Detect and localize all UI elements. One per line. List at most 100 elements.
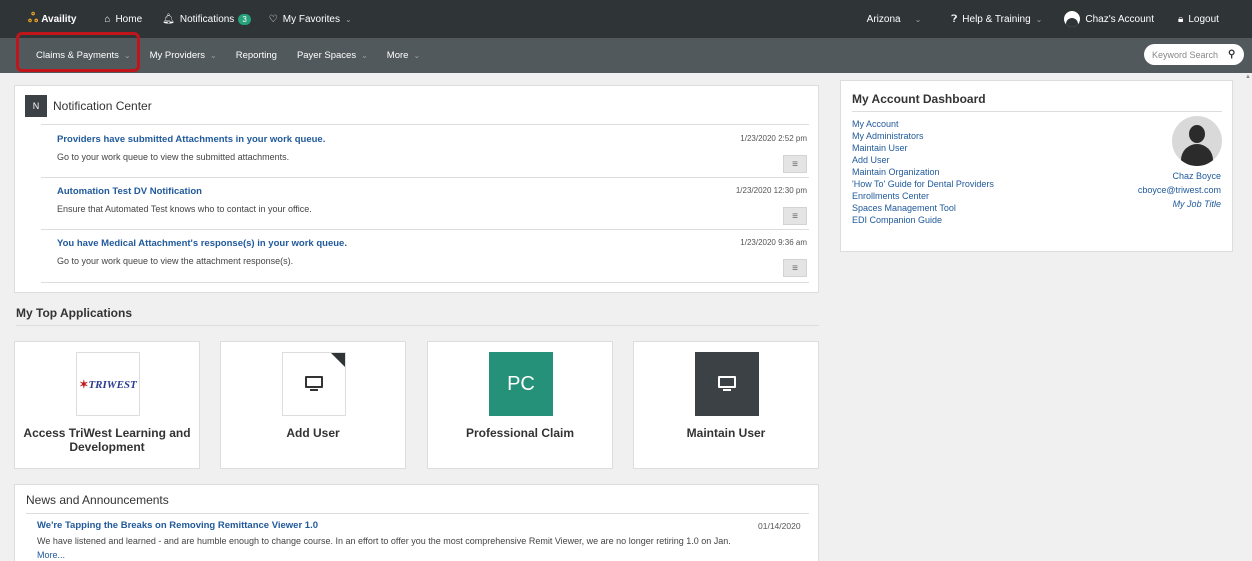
logout-label: Logout (1188, 13, 1219, 25)
triwest-logo-text: TRIWEST (88, 378, 137, 391)
divider (16, 325, 819, 326)
triwest-logo-icon: ✶TRIWEST (76, 352, 140, 416)
user-job-title: My Job Title (1172, 199, 1221, 209)
main-nav: Claims & Payments ⌄ My Providers ⌄ Repor… (0, 38, 1252, 73)
account-label: Chaz's Account (1085, 13, 1154, 25)
help-icon: ❓︎ (951, 13, 958, 25)
favorites-menu[interactable]: ♡ My Favorites ⌄ (269, 14, 352, 25)
app-tile-triwest-learning[interactable]: ✶TRIWEST Access TriWest Learning and Dev… (14, 341, 200, 469)
pc-icon: PC (489, 352, 553, 416)
dashboard-link[interactable]: Add User (852, 154, 994, 166)
region-select[interactable]: Arizona ⌄ (867, 14, 922, 25)
divider (26, 513, 809, 514)
app-tile-add-user[interactable]: Add User (220, 341, 406, 469)
notification-menu-button[interactable]: ≡ (783, 155, 807, 173)
notification-item: You have Medical Attachment's response(s… (57, 238, 807, 277)
chevron-down-icon: ⌄ (361, 51, 368, 60)
notification-time: 1/23/2020 12:30 pm (735, 186, 807, 195)
top-applications-title: My Top Applications (16, 306, 132, 320)
nav-my-providers[interactable]: My Providers ⌄ (150, 50, 217, 61)
notification-menu-button[interactable]: ≡ (783, 207, 807, 225)
bell-icon: 🔔︎ (162, 13, 175, 25)
nav-label: Payer Spaces (296, 50, 357, 61)
user-avatar-icon (1064, 11, 1081, 27)
app-tile-label: Maintain User (686, 426, 766, 440)
notification-center-icon: N (25, 95, 47, 117)
divider (41, 282, 809, 283)
chevron-down-icon: ⌄ (914, 14, 922, 24)
app-tile-label: Add User (286, 426, 340, 440)
user-name: Chaz Boyce (1172, 171, 1221, 181)
notifications-badge: 3 (238, 13, 251, 25)
news-panel: News and Announcements We're Tapping the… (14, 484, 819, 561)
dashboard-link[interactable]: My Administrators (852, 130, 994, 142)
news-more-link[interactable]: More... (37, 550, 65, 560)
notification-time: 1/23/2020 2:52 pm (740, 134, 807, 143)
app-tile-professional-claim[interactable]: PC Professional Claim (427, 341, 613, 469)
nav-reporting[interactable]: Reporting (236, 50, 277, 61)
logo-text: Availity (41, 13, 77, 25)
divider (41, 229, 809, 230)
app-tile-label: Professional Claim (465, 426, 575, 440)
notification-center: N Notification Center Providers have sub… (14, 85, 819, 293)
notifications-label: Notifications (179, 13, 235, 25)
notification-title[interactable]: Providers have submitted Attachments in … (57, 134, 807, 145)
dashboard-link[interactable]: My Account (852, 118, 994, 130)
notification-subtitle: Ensure that Automated Test knows who to … (57, 204, 312, 214)
region-label: Arizona (866, 13, 901, 25)
monitor-icon (695, 352, 759, 416)
keyword-search[interactable]: ⚲ (1144, 44, 1244, 65)
highlight-annotation (16, 32, 140, 72)
help-menu[interactable]: ❓︎ Help & Training ⌄ (951, 14, 1042, 25)
top-bar: ஃ Availity ⌂ Home 🔔︎ Notifications 3 ♡ M… (0, 0, 1252, 38)
account-dashboard: My Account Dashboard My Account My Admin… (840, 80, 1233, 252)
news-title: News and Announcements (26, 493, 169, 507)
logout-link[interactable]: 🔒︎ Logout (1178, 14, 1219, 25)
notification-menu-button[interactable]: ≡ (783, 259, 807, 277)
divider (852, 111, 1222, 112)
news-item-date: 01/14/2020 (758, 521, 801, 531)
news-item-title[interactable]: We're Tapping the Breaks on Removing Rem… (37, 520, 318, 531)
divider (41, 124, 809, 125)
notification-title[interactable]: Automation Test DV Notification (57, 186, 807, 197)
dashboard-link[interactable]: Maintain Organization (852, 166, 994, 178)
nav-more[interactable]: More ⌄ (387, 50, 420, 61)
chevron-down-icon: ⌄ (344, 14, 352, 24)
nav-label: My Providers (149, 50, 206, 61)
dashboard-title: My Account Dashboard (852, 92, 986, 106)
home-link[interactable]: ⌂ Home (104, 14, 142, 25)
home-icon: ⌂ (104, 13, 111, 25)
dashboard-link[interactable]: 'How To' Guide for Dental Providers (852, 178, 994, 190)
page-scrollbar[interactable] (1243, 73, 1252, 561)
notification-center-header: N Notification Center (25, 95, 152, 117)
dashboard-link[interactable]: Spaces Management Tool (852, 202, 994, 214)
lock-icon: 🔒︎ (1178, 13, 1184, 25)
notification-subtitle: Go to your work queue to view the submit… (57, 152, 290, 162)
dashboard-link[interactable]: Maintain User (852, 142, 994, 154)
nav-payer-spaces[interactable]: Payer Spaces ⌄ (297, 50, 368, 61)
favorites-label: My Favorites (282, 13, 340, 25)
help-label: Help & Training (962, 13, 1031, 25)
heart-icon: ♡ (268, 13, 278, 25)
search-icon[interactable]: ⚲ (1228, 49, 1235, 60)
notification-center-title: Notification Center (53, 99, 152, 113)
chevron-down-icon: ⌄ (413, 51, 421, 60)
user-email[interactable]: cboyce@triwest.com (1138, 185, 1221, 195)
nav-label: More (386, 50, 409, 61)
notification-title[interactable]: You have Medical Attachment's response(s… (57, 238, 807, 249)
monitor-icon (282, 352, 346, 416)
notification-time: 1/23/2020 9:36 am (740, 238, 807, 247)
search-input[interactable] (1152, 49, 1228, 60)
dashboard-link[interactable]: Enrollments Center (852, 190, 994, 202)
account-menu[interactable]: Chaz's Account (1064, 11, 1154, 27)
availity-logo[interactable]: ஃ Availity (28, 11, 76, 27)
notifications-link[interactable]: 🔔︎ Notifications 3 (162, 13, 251, 25)
divider (41, 177, 809, 178)
scroll-up-icon[interactable]: ▲ (1245, 74, 1251, 80)
dashboard-link[interactable]: EDI Companion Guide (852, 214, 994, 226)
app-tile-maintain-user[interactable]: Maintain User (633, 341, 819, 469)
nav-label: Reporting (235, 50, 277, 61)
chevron-down-icon: ⌄ (1035, 14, 1043, 24)
notification-item: Providers have submitted Attachments in … (57, 134, 807, 173)
availity-logo-icon: ஃ (28, 11, 39, 26)
